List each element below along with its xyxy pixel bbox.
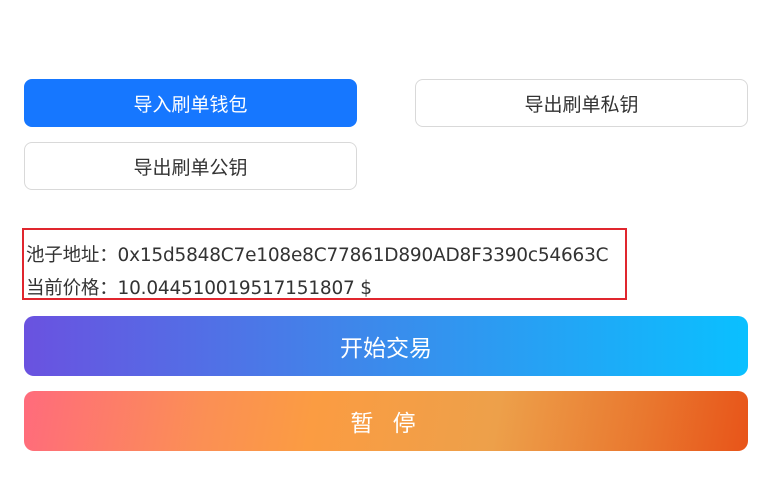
export-public-key-label: 导出刷单公钥 (133, 156, 248, 179)
pool-address-label: 池子地址： (26, 245, 118, 266)
pause-label: 暂 停 (350, 411, 422, 437)
current-price-line: 当前价格：10.044510019517151807 $ (26, 274, 372, 300)
export-private-key-button[interactable]: 导出刷单私钥 (415, 79, 748, 127)
pool-address-value: 0x15d5848C7e108e8C77861D890AD8F3390c5466… (117, 245, 609, 266)
pool-address-line: 池子地址：0x15d5848C7e108e8C77861D890AD8F3390… (26, 241, 609, 267)
import-wallet-label: 导入刷单钱包 (133, 93, 248, 116)
current-price-value: 10.044510019517151807 $ (117, 278, 373, 299)
start-trading-button[interactable]: 开始交易 (24, 316, 748, 376)
pause-button[interactable]: 暂 停 (24, 391, 748, 451)
start-trading-label: 开始交易 (340, 336, 432, 362)
export-public-key-button[interactable]: 导出刷单公钥 (24, 142, 357, 190)
import-wallet-button[interactable]: 导入刷单钱包 (24, 79, 357, 127)
current-price-label: 当前价格： (26, 278, 118, 299)
export-private-key-label: 导出刷单私钥 (524, 93, 639, 116)
pool-info-box: 池子地址：0x15d5848C7e108e8C77861D890AD8F3390… (22, 228, 627, 300)
